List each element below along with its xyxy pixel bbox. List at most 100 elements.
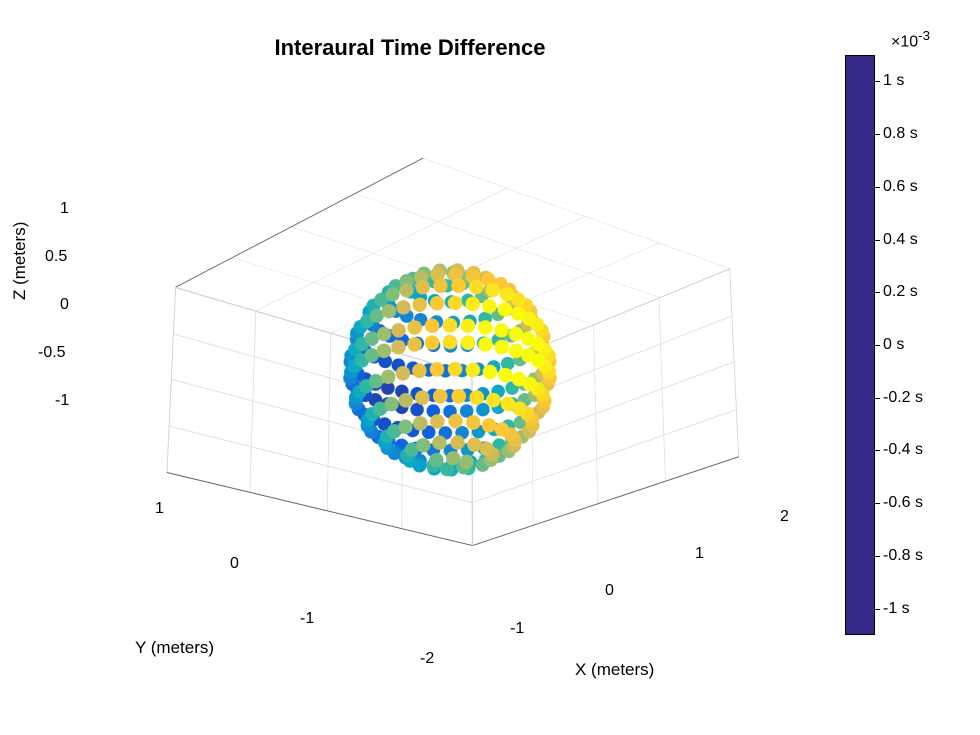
scatter-point bbox=[469, 280, 483, 294]
z-tick: 0.5 bbox=[45, 248, 67, 266]
scatter-point bbox=[396, 300, 410, 314]
scatter-point bbox=[382, 304, 396, 318]
scatter-point bbox=[384, 397, 398, 411]
colorbar[interactable]: -1 s-0.8 s-0.6 s-0.4 s-0.2 s0 s0.2 s0.4 … bbox=[845, 55, 875, 635]
exponent-base: ×10 bbox=[891, 33, 918, 50]
scatter-point bbox=[498, 368, 513, 383]
scatter-point bbox=[480, 442, 494, 456]
scatter-point bbox=[450, 435, 464, 449]
z-tick: -0.5 bbox=[38, 344, 66, 362]
colorbar-tick: -1 s bbox=[883, 600, 910, 618]
x-tick: -1 bbox=[510, 620, 524, 638]
x-tick: 1 bbox=[695, 545, 704, 563]
scatter-point bbox=[443, 335, 458, 350]
colorbar-tick: -0.6 s bbox=[883, 494, 923, 512]
scatter-point bbox=[512, 372, 526, 386]
scatter-point bbox=[478, 320, 493, 335]
z-axis-label: Z (meters) bbox=[10, 222, 30, 300]
scatter-point bbox=[432, 435, 446, 449]
scatter-point bbox=[482, 299, 496, 313]
scatter-point bbox=[398, 420, 412, 434]
exponent-pow: -3 bbox=[918, 28, 930, 43]
colorbar-exponent: ×10-3 bbox=[891, 28, 930, 51]
scatter-point bbox=[448, 362, 463, 377]
scatter-point bbox=[521, 331, 535, 345]
colorbar-tick: 0.6 s bbox=[883, 178, 918, 196]
scatter-point bbox=[483, 365, 498, 380]
scatter-point bbox=[416, 438, 430, 452]
scatter-point bbox=[494, 323, 508, 337]
scatter-point bbox=[466, 363, 481, 378]
colorbar-tick: 0 s bbox=[883, 336, 904, 354]
colorbar-tick: -0.8 s bbox=[883, 547, 923, 565]
scatter-point bbox=[478, 337, 493, 352]
scatter-point bbox=[486, 393, 501, 408]
colorbar-tick: -0.4 s bbox=[883, 441, 923, 459]
chart-title: Interaural Time Difference bbox=[0, 35, 820, 61]
scatter-point bbox=[443, 318, 458, 333]
y-tick: 1 bbox=[155, 500, 164, 518]
x-tick: 0 bbox=[605, 582, 614, 600]
scatter-point bbox=[385, 287, 399, 301]
scatter-point bbox=[391, 340, 406, 355]
scatter-point bbox=[407, 320, 422, 335]
colorbar-tick: 1 s bbox=[883, 72, 904, 90]
scatter-point bbox=[429, 453, 443, 467]
scatter-point bbox=[416, 280, 430, 294]
scatter-point bbox=[521, 348, 535, 362]
scatter-point bbox=[451, 279, 465, 293]
scatter-point bbox=[451, 389, 466, 404]
figure: Interaural Time Difference ×10-3 bbox=[0, 0, 980, 735]
scatter-point bbox=[396, 366, 411, 381]
scatter-point bbox=[412, 363, 427, 378]
scatter-point bbox=[433, 389, 448, 404]
scatter-point bbox=[425, 335, 440, 350]
scatter-point bbox=[500, 287, 514, 301]
scatter-point bbox=[381, 370, 395, 384]
z-tick: -1 bbox=[55, 392, 69, 410]
y-tick: 0 bbox=[230, 555, 239, 573]
colorbar-tick: 0.8 s bbox=[883, 125, 918, 143]
scatter-point bbox=[461, 319, 476, 334]
scatter-point bbox=[501, 397, 515, 411]
scatter-point bbox=[482, 418, 496, 432]
scatter-point bbox=[511, 306, 525, 320]
axes-3d[interactable] bbox=[90, 60, 810, 680]
scatter-point bbox=[509, 344, 523, 358]
scatter-point bbox=[465, 297, 479, 311]
scatter-point bbox=[413, 416, 427, 430]
z-tick: 0 bbox=[60, 296, 69, 314]
scatter-point bbox=[494, 340, 509, 355]
scatter-point bbox=[448, 414, 463, 429]
y-tick: -1 bbox=[300, 610, 314, 628]
x-tick: -2 bbox=[420, 650, 434, 668]
colorbar-tick: -0.2 s bbox=[883, 389, 923, 407]
scatter-point bbox=[459, 455, 473, 469]
scatter-point bbox=[430, 362, 445, 377]
scatter-point bbox=[461, 335, 476, 350]
colorbar-tick: 0.2 s bbox=[883, 283, 918, 301]
scatter-point bbox=[407, 337, 422, 352]
scatter-point bbox=[430, 414, 445, 429]
scatter-point bbox=[466, 415, 481, 430]
x-tick: 2 bbox=[780, 508, 789, 526]
scatter-point bbox=[495, 422, 509, 436]
y-axis-label: Y (meters) bbox=[135, 638, 214, 658]
scatter-point bbox=[399, 283, 413, 297]
colorbar-tick: 0.4 s bbox=[883, 231, 918, 249]
colorbar-gradient bbox=[845, 55, 875, 635]
scatter-point bbox=[469, 390, 484, 405]
scatter-point bbox=[377, 344, 391, 358]
scatter-point bbox=[425, 319, 440, 334]
scatter-point bbox=[433, 279, 447, 293]
x-axis-label: X (meters) bbox=[575, 660, 654, 680]
scatter-point bbox=[448, 296, 462, 310]
scatter-point bbox=[415, 390, 430, 405]
scatter-point bbox=[509, 327, 523, 341]
scatter-point bbox=[413, 298, 427, 312]
scatter-point bbox=[398, 393, 413, 408]
scatter-point bbox=[377, 327, 391, 341]
scatter-point bbox=[498, 302, 512, 316]
scatter-point bbox=[467, 437, 481, 451]
z-tick: 1 bbox=[60, 200, 69, 218]
